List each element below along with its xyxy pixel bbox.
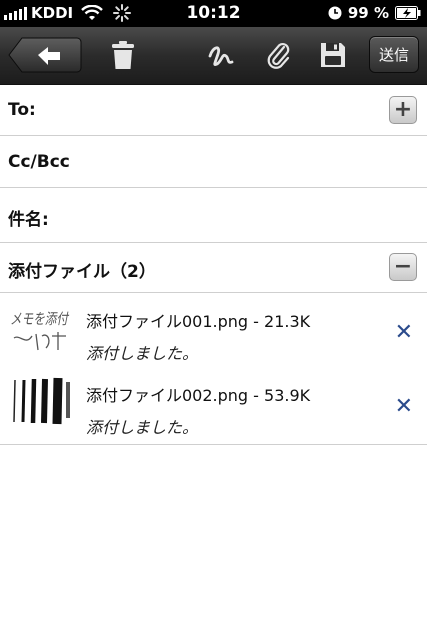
status-right: 99 % [328,4,421,22]
floppy-disk-icon[interactable] [318,40,348,70]
trash-icon[interactable] [108,40,138,70]
attachment-thumbnail-strokes [8,374,74,428]
ccbcc-row[interactable]: Cc/Bcc [0,136,427,188]
back-button[interactable] [8,37,82,73]
subject-label: 件名: [8,210,49,230]
to-row[interactable]: To: + [0,84,427,136]
attachment-filename: 添付ファイル002.png - 53.9K [86,386,311,405]
add-recipient-button[interactable]: + [389,96,417,124]
battery-percent: 99 % [347,4,389,22]
attachments-header-row: 添付ファイル（2） − [0,243,427,293]
thumbnail-handwriting: メモを添付 [10,310,70,328]
remove-attachment-button[interactable]: ✕ [395,394,413,419]
to-label: To: [8,100,36,120]
collapse-attachments-button[interactable]: − [389,253,417,281]
remove-attachment-button[interactable]: ✕ [395,320,413,345]
alarm-clock-icon [328,6,342,20]
battery-charging-icon [395,6,421,20]
attachment-status: 添付しました。 [86,344,199,363]
attachment-status: 添付しました。 [86,418,199,437]
attachment-item[interactable]: 添付ファイル002.png - 53.9K 添付しました。 ✕ [0,370,427,445]
attachments-label: 添付ファイル（2） [8,262,156,282]
attachment-filename: 添付ファイル001.png - 21.3K [86,312,311,331]
attachment-thumbnail-memo: メモを添付 [8,302,74,356]
ccbcc-label: Cc/Bcc [8,152,70,172]
paperclip-icon[interactable] [264,40,294,70]
send-button[interactable]: 送信 [369,36,419,73]
subject-row[interactable]: 件名: [0,188,427,243]
attachment-item[interactable]: メモを添付 添付ファイル001.png - 21.3K 添付しました。 ✕ [0,296,427,368]
squiggle-icon[interactable] [207,40,237,70]
compose-toolbar: 送信 [0,27,427,85]
status-bar: KDDI 10:12 99 % [0,0,427,27]
